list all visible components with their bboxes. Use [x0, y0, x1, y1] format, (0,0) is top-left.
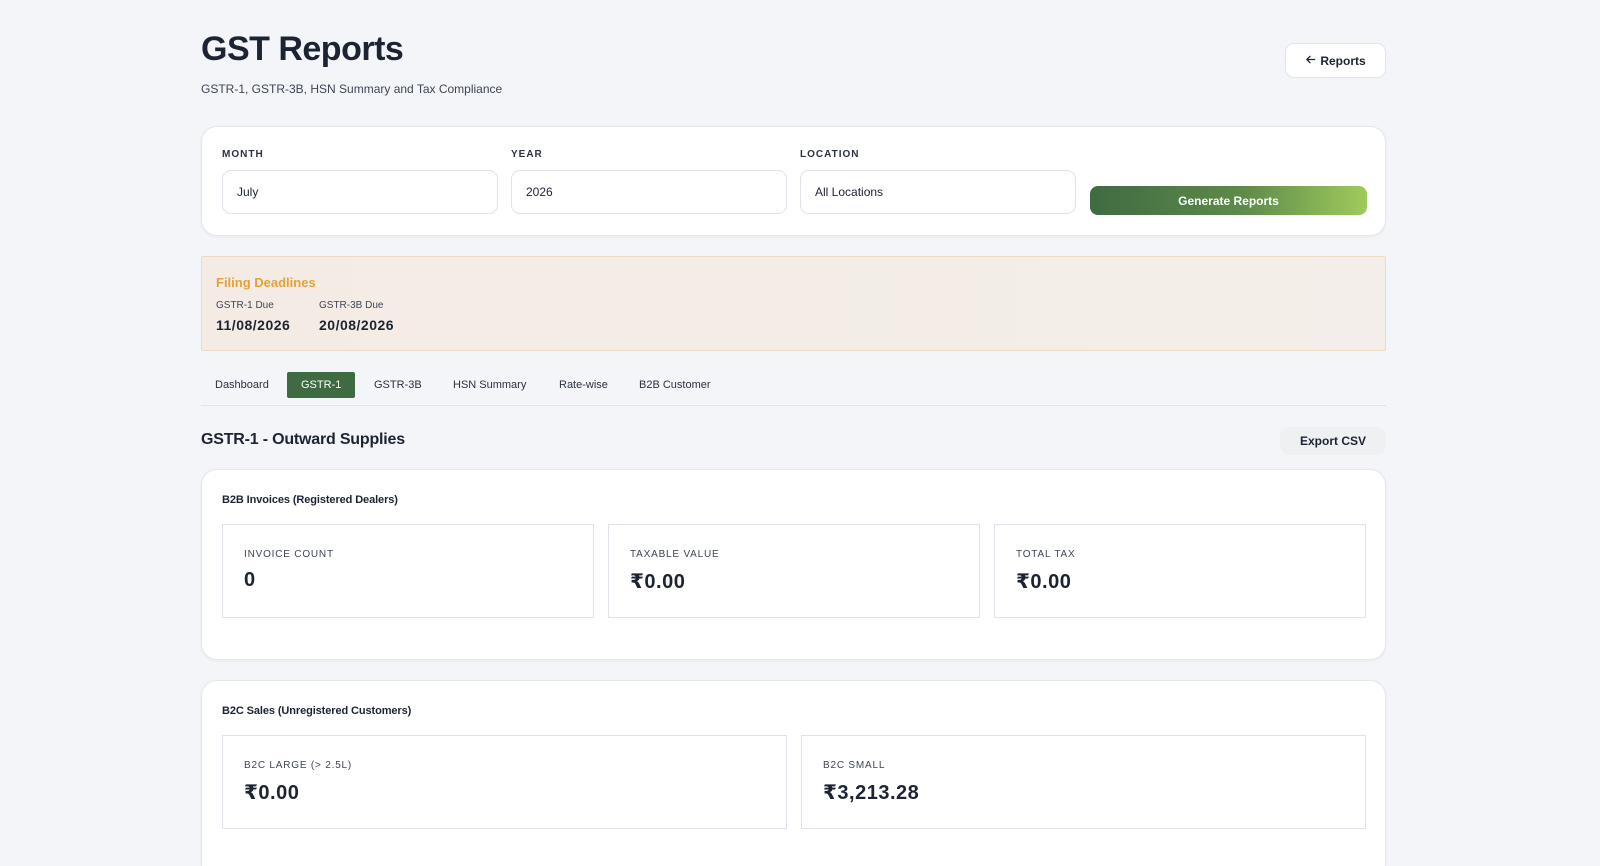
tab-b2b-customer[interactable]: B2B Customer [625, 372, 725, 398]
month-select[interactable]: July [222, 170, 498, 214]
stat-label: B2C SMALL [823, 760, 886, 771]
stat-label: INVOICE COUNT [244, 549, 334, 560]
year-field: YEAR 2026 [511, 149, 787, 214]
stat-label: TOTAL TAX [1016, 549, 1076, 560]
b2c-small-stat: B2C SMALL ₹3,213.28 [801, 735, 1366, 829]
tab-rate-wise[interactable]: Rate-wise [545, 372, 622, 398]
page-subtitle: GSTR-1, GSTR-3B, HSN Summary and Tax Com… [201, 82, 503, 96]
taxable-value-stat: TAXABLE VALUE ₹0.00 [608, 524, 980, 618]
tab-gstr1[interactable]: GSTR-1 [287, 372, 356, 398]
b2b-card-title: B2B Invoices (Registered Dealers) [222, 494, 398, 506]
stat-value: 0 [244, 569, 256, 591]
b2c-large-stat: B2C LARGE (> 2.5L) ₹0.00 [222, 735, 787, 829]
location-field: LOCATION All Locations [800, 149, 1076, 214]
page-title: GST Reports [201, 30, 404, 68]
month-field: MONTH July [222, 149, 498, 214]
year-select[interactable]: 2026 [511, 170, 787, 214]
arrow-left-icon [1305, 54, 1316, 68]
location-label: LOCATION [800, 149, 860, 160]
gstr1-due-label: GSTR-1 Due [216, 300, 274, 311]
deadlines-title: Filing Deadlines [216, 275, 316, 290]
report-tabs: Dashboard GSTR-1 GSTR-3B HSN Summary Rat… [201, 372, 1386, 406]
section-title: GSTR-1 - Outward Supplies [201, 431, 405, 448]
stat-value: ₹0.00 [630, 571, 686, 593]
gstr3b-deadline: GSTR-3B Due 20/08/2026 [319, 300, 394, 333]
filing-deadlines-panel: Filing Deadlines GSTR-1 Due 11/08/2026 G… [201, 256, 1386, 351]
total-tax-stat: TOTAL TAX ₹0.00 [994, 524, 1366, 618]
stat-label: TAXABLE VALUE [630, 549, 720, 560]
back-button-label: Reports [1320, 53, 1366, 68]
gstr3b-due-label: GSTR-3B Due [319, 300, 384, 311]
filter-card: MONTH July YEAR 2026 LOCATION All Locati… [201, 126, 1386, 236]
back-to-reports-button[interactable]: Reports [1285, 43, 1386, 78]
gstr1-deadline: GSTR-1 Due 11/08/2026 [216, 300, 290, 333]
b2b-invoices-card: B2B Invoices (Registered Dealers) INVOIC… [201, 469, 1386, 660]
tab-dashboard[interactable]: Dashboard [201, 372, 283, 398]
tab-gstr3b[interactable]: GSTR-3B [360, 372, 436, 398]
stat-label: B2C LARGE (> 2.5L) [244, 760, 353, 771]
gst-reports-page: GST Reports GSTR-1, GSTR-3B, HSN Summary… [0, 0, 1600, 866]
generate-reports-button[interactable]: Generate Reports [1090, 186, 1367, 215]
invoice-count-stat: INVOICE COUNT 0 [222, 524, 594, 618]
stat-value: ₹0.00 [1016, 571, 1072, 593]
year-label: YEAR [511, 149, 543, 160]
b2c-card-title: B2C Sales (Unregistered Customers) [222, 705, 412, 717]
stat-value: ₹3,213.28 [823, 782, 920, 804]
location-select[interactable]: All Locations [800, 170, 1076, 214]
tab-hsn-summary[interactable]: HSN Summary [439, 372, 540, 398]
gstr1-due-date: 11/08/2026 [216, 317, 291, 333]
b2c-sales-card: B2C Sales (Unregistered Customers) B2C L… [201, 680, 1386, 866]
month-label: MONTH [222, 149, 264, 160]
export-csv-button[interactable]: Export CSV [1280, 427, 1386, 455]
stat-value: ₹0.00 [244, 782, 300, 804]
gstr3b-due-date: 20/08/2026 [319, 317, 395, 333]
